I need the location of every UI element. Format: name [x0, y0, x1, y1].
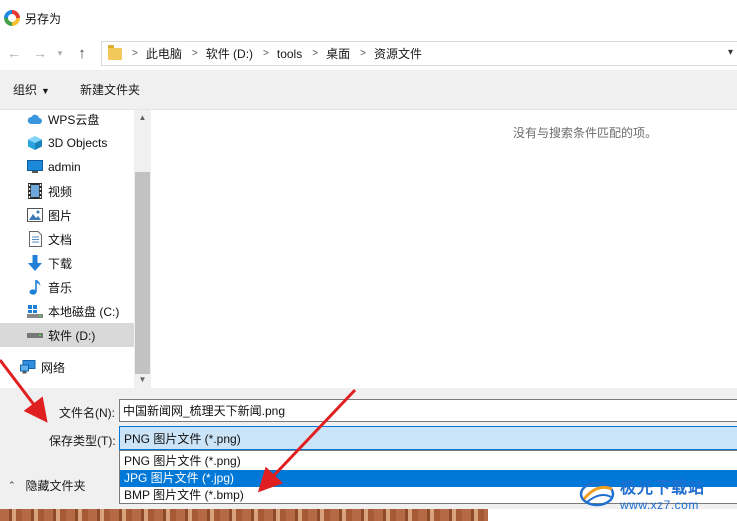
filetype-select[interactable]: PNG 图片文件 (*.png) — [119, 426, 737, 450]
sidebar-item-documents[interactable]: 文档 — [0, 227, 134, 251]
filename-label: 文件名(N): — [59, 406, 115, 420]
scrollbar-thumb[interactable] — [135, 172, 150, 374]
breadcrumb-item[interactable]: 资源文件 — [374, 45, 422, 62]
music-note-icon — [27, 279, 43, 295]
watermark: 极光下载站 www.xz7.com — [578, 470, 737, 515]
sidebar-item-label: 本地磁盘 (C:) — [48, 304, 120, 319]
chevron-right-icon[interactable]: > — [360, 48, 366, 59]
site-logo-icon — [578, 477, 616, 509]
filename-input[interactable] — [119, 399, 737, 422]
forward-arrow-icon[interactable]: → — [29, 45, 51, 61]
folder-icon — [108, 44, 122, 60]
document-icon — [27, 231, 43, 247]
sidebar-item-3d-objects[interactable]: 3D Objects — [0, 131, 134, 155]
hide-folders-button[interactable]: ⌃ 隐藏文件夹 — [8, 477, 86, 494]
sidebar-item-label: 软件 (D:) — [48, 328, 96, 343]
navigation-pane: WPS云盘 3D Objects admin 视频 图片 文档 下载 音乐 本地… — [0, 110, 134, 388]
sidebar-item-videos[interactable]: 视频 — [0, 179, 134, 203]
recent-locations-chevron-icon[interactable]: ▾ — [53, 48, 67, 59]
chevron-down-icon: ▼ — [41, 86, 50, 96]
window-title: 另存为 — [25, 11, 62, 26]
chevron-right-icon[interactable]: > — [263, 48, 269, 59]
sidebar-item-admin[interactable]: admin — [0, 155, 134, 179]
sidebar-item-drive-c[interactable]: 本地磁盘 (C:) — [0, 299, 134, 323]
breadcrumb-item[interactable]: tools — [277, 47, 302, 61]
title-bar: 另存为 — [0, 0, 737, 36]
breadcrumb-item[interactable]: 桌面 — [326, 45, 350, 62]
chevron-right-icon[interactable]: > — [312, 48, 318, 59]
chevron-right-icon[interactable]: > — [132, 48, 138, 59]
sidebar-item-network[interactable]: 网络 — [0, 355, 134, 379]
organize-button[interactable]: 组织 ▼ — [13, 81, 50, 98]
sidebar-item-drive-d[interactable]: 软件 (D:) — [0, 323, 134, 347]
breadcrumb[interactable]: > 此电脑 > 软件 (D:) > tools > 桌面 > 资源文件 ▾ — [101, 41, 737, 66]
breadcrumb-item[interactable]: 软件 (D:) — [206, 45, 253, 62]
cube-icon — [27, 135, 43, 151]
sidebar-item-label: 文档 — [48, 232, 73, 247]
sidebar-item-label: 网络 — [41, 360, 66, 375]
hide-folders-label: 隐藏文件夹 — [25, 479, 86, 493]
scroll-up-arrow-icon[interactable]: ▲ — [134, 110, 151, 126]
filetype-label: 保存类型(T): — [49, 434, 116, 448]
file-list-pane[interactable]: 没有与搜索条件匹配的项。 — [151, 110, 737, 388]
cloud-icon — [27, 111, 43, 127]
sidebar-item-downloads[interactable]: 下载 — [0, 251, 134, 275]
network-icon — [20, 359, 36, 375]
navigation-scrollbar[interactable]: ▲ ▼ — [134, 110, 151, 388]
filetype-selected-value: PNG 图片文件 (*.png) — [124, 431, 241, 446]
watermark-title: 极光下载站 — [620, 479, 706, 497]
sidebar-item-label: 视频 — [48, 184, 73, 199]
drive-d-icon — [27, 327, 43, 343]
new-folder-button[interactable]: 新建文件夹 — [80, 81, 140, 98]
filetype-option-png[interactable]: PNG 图片文件 (*.png) — [120, 453, 737, 470]
sidebar-item-pictures[interactable]: 图片 — [0, 203, 134, 227]
sidebar-item-label: 音乐 — [48, 280, 73, 295]
back-arrow-icon[interactable]: ← — [3, 45, 25, 61]
sidebar-item-wps-cloud[interactable]: WPS云盘 — [0, 107, 134, 131]
watermark-url: www.xz7.com — [620, 497, 699, 512]
up-arrow-icon[interactable]: ↑ — [71, 45, 93, 62]
sidebar-item-label: 3D Objects — [48, 136, 108, 150]
background-image-strip — [0, 509, 488, 521]
empty-results-message: 没有与搜索条件匹配的项。 — [513, 126, 658, 140]
monitor-icon — [27, 159, 43, 175]
sidebar-item-label: WPS云盘 — [48, 112, 100, 127]
sidebar-item-label: admin — [48, 160, 81, 174]
chevron-up-icon: ⌃ — [8, 480, 16, 490]
address-bar: ← → ▾ ↑ > 此电脑 > 软件 (D:) > tools > 桌面 > 资… — [0, 36, 737, 70]
sidebar-item-label: 图片 — [48, 208, 73, 223]
app-logo-icon — [4, 10, 20, 26]
address-dropdown-chevron-icon[interactable]: ▾ — [728, 47, 733, 58]
drive-c-icon — [27, 303, 43, 319]
organize-label: 组织 — [13, 83, 38, 97]
sidebar-item-label: 下载 — [48, 256, 73, 271]
chevron-right-icon[interactable]: > — [192, 48, 198, 59]
download-arrow-icon — [27, 255, 43, 271]
sidebar-item-music[interactable]: 音乐 — [0, 275, 134, 299]
image-icon — [27, 207, 43, 223]
film-icon — [27, 183, 43, 199]
breadcrumb-item[interactable]: 此电脑 — [146, 45, 182, 62]
scroll-down-arrow-icon[interactable]: ▼ — [134, 372, 151, 388]
command-toolbar: 组织 ▼ 新建文件夹 — [0, 70, 737, 110]
